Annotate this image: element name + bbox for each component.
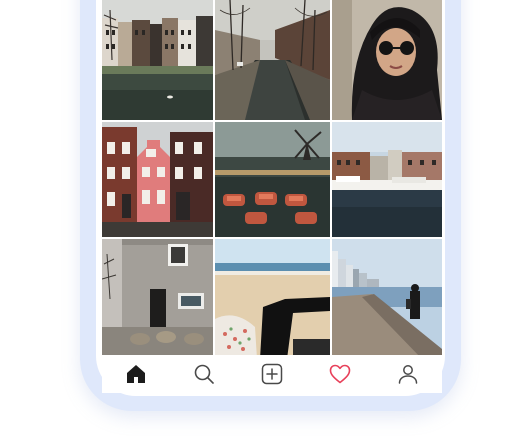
canal-houses-photo [102,0,213,120]
photo-tile-portrait[interactable] [332,0,442,120]
canal-street-photo [215,0,330,120]
photo-tile-canal-street[interactable] [215,0,330,120]
photo-tile-pier[interactable] [332,239,442,359]
windmill-photo [215,122,330,237]
photo-tile-harbor[interactable] [332,122,442,237]
tab-activity[interactable] [326,360,354,388]
tab-profile[interactable] [394,360,422,388]
tab-search[interactable] [190,360,218,388]
tab-home[interactable] [122,360,150,388]
photo-tile-beach[interactable] [215,239,330,359]
beach-photo [215,239,330,359]
bottom-tab-bar [102,355,442,393]
portrait-photo [332,0,442,120]
photo-tile-canal-houses[interactable] [102,0,213,120]
home-icon [127,365,145,383]
add-post-icon [261,363,283,385]
grey-house-photo [102,239,213,359]
harbor-photo [332,122,442,237]
pier-photo [332,239,442,359]
photo-tile-windmill[interactable] [215,122,330,237]
tab-add-post[interactable] [258,360,286,388]
screen [0,0,523,443]
heart-icon [329,364,351,384]
search-icon [194,364,214,384]
pink-house-photo [102,122,213,237]
photo-tile-pink-house[interactable] [102,122,213,237]
photo-grid [102,0,442,359]
photo-tile-grey-house[interactable] [102,239,213,359]
profile-icon [398,365,418,384]
